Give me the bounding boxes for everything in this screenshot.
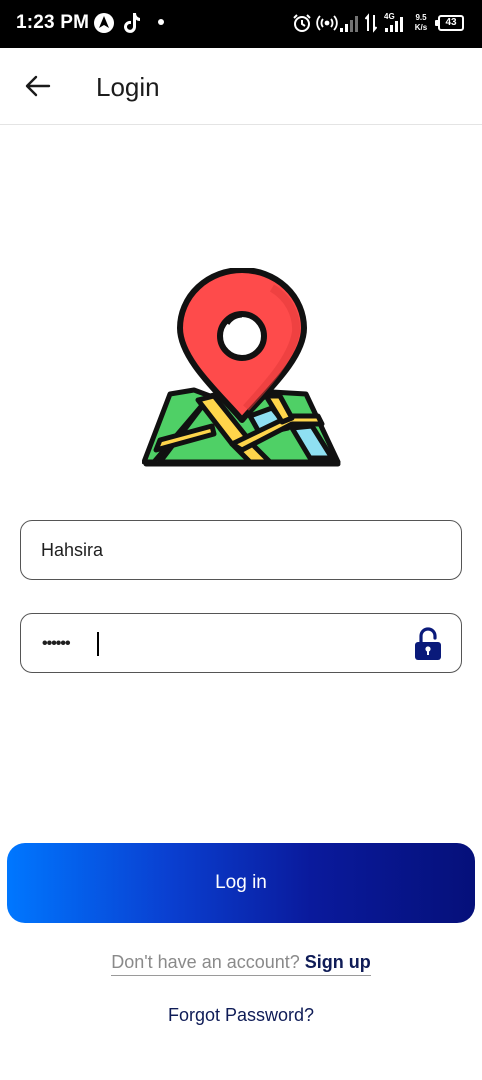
unlock-icon[interactable]	[413, 627, 443, 661]
battery-level: 43	[445, 17, 457, 28]
password-field[interactable]: ••••••	[20, 613, 462, 673]
login-screen: 1:23 PM 4G 9.5 K/s 43 Login Hahsira ••••…	[0, 0, 482, 1080]
app-bar: Login	[0, 48, 482, 125]
text-caret	[97, 632, 99, 656]
forgot-password-link[interactable]: Forgot Password?	[0, 1005, 482, 1026]
navigation-app-icon	[94, 13, 114, 33]
username-input[interactable]	[41, 521, 421, 579]
login-button[interactable]: Log in	[7, 843, 475, 923]
page-title: Login	[96, 72, 160, 102]
hotspot-icon	[316, 15, 338, 31]
signup-container: Don't have an account? Sign up	[111, 952, 371, 976]
status-time: 1:23 PM	[16, 12, 90, 33]
signal-4g-icon	[385, 17, 403, 32]
signup-prompt: Don't have an account?	[111, 952, 305, 972]
signup-row: Don't have an account? Sign up	[0, 952, 482, 976]
alarm-icon	[293, 14, 311, 32]
notification-dot	[158, 19, 164, 25]
back-button[interactable]	[18, 66, 58, 106]
map-location-pin-icon	[142, 268, 341, 467]
network-speed-unit: K/s	[414, 23, 428, 32]
battery-icon: 43	[435, 15, 464, 31]
status-bar: 1:23 PM 4G 9.5 K/s 43	[0, 0, 482, 48]
signal-bars-icon	[340, 16, 358, 32]
signup-link[interactable]: Sign up	[305, 952, 371, 972]
arrow-left-icon	[25, 75, 51, 97]
password-input[interactable]: ••••••	[42, 633, 71, 655]
tiktok-icon	[124, 13, 140, 33]
username-field[interactable]	[20, 520, 462, 580]
data-arrows-icon	[365, 13, 377, 33]
network-speed-value: 9.5	[415, 13, 427, 22]
